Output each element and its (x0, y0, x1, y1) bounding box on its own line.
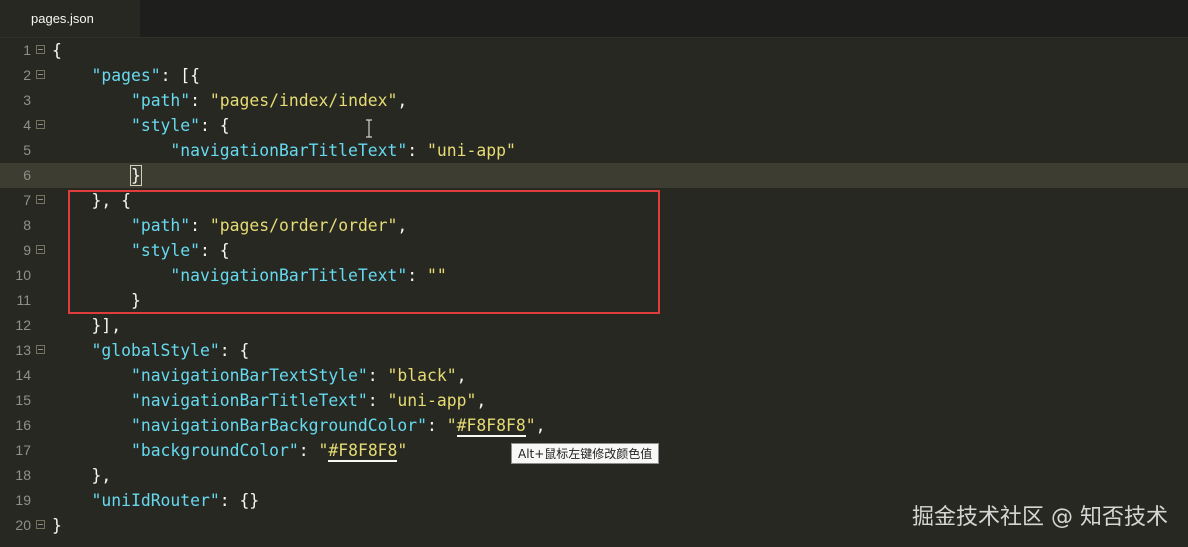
color-value-link[interactable]: #F8F8F8 (456, 416, 526, 437)
line-number: 9 (23, 242, 31, 258)
json-key: "navigationBarTitleText" (130, 391, 368, 410)
punctuation: }, { (91, 191, 131, 210)
matched-brace: } (129, 165, 142, 186)
punctuation: : [{ (160, 66, 201, 85)
json-key: "globalStyle" (91, 341, 220, 360)
line-number: 19 (15, 492, 31, 508)
json-string: "black" (387, 366, 457, 385)
line-number: 20 (15, 517, 31, 533)
code-editor[interactable]: pages.json 1 { 2 "pages": [{ 3 "path": "… (0, 0, 1188, 547)
json-key: "pages" (91, 66, 161, 85)
line-number: 8 (23, 217, 31, 233)
fold-toggle-icon[interactable] (36, 520, 45, 529)
punctuation: }], (91, 316, 122, 335)
code-line-current[interactable]: 6 } (0, 163, 1188, 188)
json-key: "navigationBarTextStyle" (130, 366, 368, 385)
line-number: 1 (23, 42, 31, 58)
code-line[interactable]: 5 "navigationBarTitleText": "uni-app" (0, 138, 1188, 163)
fold-toggle-icon[interactable] (36, 45, 45, 54)
line-number: 12 (15, 317, 31, 333)
json-string: "pages/index/index" (209, 91, 398, 110)
line-number: 3 (23, 92, 31, 108)
json-string: "uni-app" (387, 391, 477, 410)
tab-pages-json[interactable]: pages.json (0, 0, 140, 37)
code-line[interactable]: 7 }, { (0, 188, 1188, 213)
json-key: "navigationBarBackgroundColor" (130, 416, 427, 435)
json-key: "backgroundColor" (130, 441, 299, 460)
line-number: 5 (23, 142, 31, 158)
line-number: 6 (23, 167, 31, 183)
json-string: "uni-app" (427, 141, 516, 160)
code-line[interactable]: 9 "style": { (0, 238, 1188, 263)
json-key: "path" (130, 91, 191, 110)
fold-toggle-icon[interactable] (36, 70, 45, 79)
json-key: "path" (130, 216, 191, 235)
line-number: 14 (15, 367, 31, 383)
line-number: 10 (15, 267, 31, 283)
code-line[interactable]: 1 { (0, 38, 1188, 63)
code-line[interactable]: 14 "navigationBarTextStyle": "black", (0, 363, 1188, 388)
json-key: "uniIdRouter" (91, 491, 220, 510)
code-line[interactable]: 4 "style": { (0, 113, 1188, 138)
text-cursor-icon (366, 119, 372, 138)
brace-close: } (52, 516, 62, 535)
punctuation: : {} (219, 491, 260, 510)
code-line[interactable]: 11 } (0, 288, 1188, 313)
json-key: "style" (130, 116, 201, 135)
color-edit-tooltip: Alt+鼠标左键修改颜色值 (511, 443, 660, 464)
json-key: "style" (130, 241, 201, 260)
line-number: 4 (23, 117, 31, 133)
code-line[interactable]: 15 "navigationBarTitleText": "uni-app", (0, 388, 1188, 413)
fold-toggle-icon[interactable] (36, 195, 45, 204)
code-line[interactable]: 13 "globalStyle": { (0, 338, 1188, 363)
json-key: "navigationBarTitleText" (170, 266, 408, 285)
line-number: 2 (23, 67, 31, 83)
json-string: "" (427, 266, 447, 285)
line-number: 13 (15, 342, 31, 358)
line-number: 11 (16, 292, 31, 308)
json-key: "navigationBarTitleText" (170, 141, 408, 160)
line-number: 7 (23, 192, 31, 208)
color-value-link[interactable]: #F8F8F8 (328, 441, 398, 462)
code-line[interactable]: 10 "navigationBarTitleText": "" (0, 263, 1188, 288)
code-line[interactable]: 8 "path": "pages/order/order", (0, 213, 1188, 238)
code-line[interactable]: 18 }, (0, 463, 1188, 488)
punctuation: : { (219, 341, 250, 360)
line-number: 18 (15, 467, 31, 483)
tab-bar: pages.json (0, 0, 1188, 38)
fold-toggle-icon[interactable] (36, 345, 45, 354)
line-number: 16 (15, 417, 31, 433)
line-number: 15 (15, 392, 31, 408)
punctuation: } (130, 291, 141, 310)
fold-toggle-icon[interactable] (36, 120, 45, 129)
fold-toggle-icon[interactable] (36, 245, 45, 254)
brace-open: { (52, 41, 62, 60)
code-line[interactable]: 2 "pages": [{ (0, 63, 1188, 88)
code-line[interactable]: 3 "path": "pages/index/index", (0, 88, 1188, 113)
code-line[interactable]: 16 "navigationBarBackgroundColor": "#F8F… (0, 413, 1188, 438)
json-string: "pages/order/order" (209, 216, 398, 235)
punctuation: : { (200, 241, 230, 260)
watermark: 掘金技术社区 @ 知否技术 (912, 505, 1168, 530)
punctuation: }, (91, 466, 112, 485)
code-line[interactable]: 12 }], (0, 313, 1188, 338)
punctuation: : { (200, 116, 230, 135)
line-number: 17 (15, 442, 31, 458)
